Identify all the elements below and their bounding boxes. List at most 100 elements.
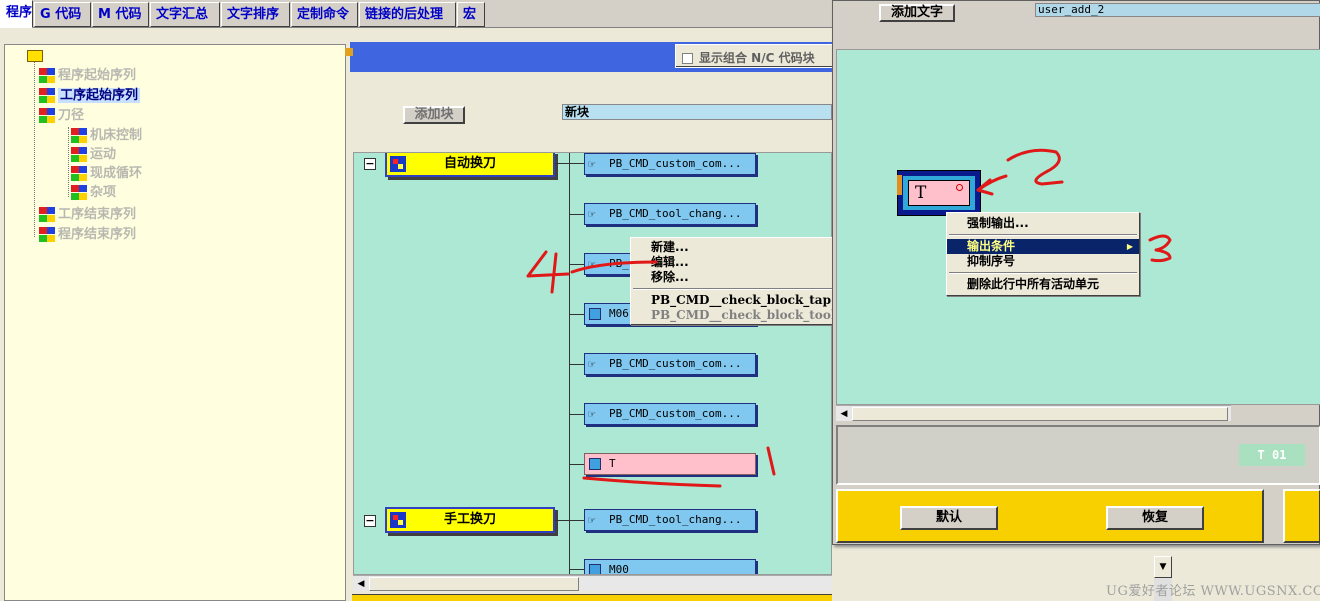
block-custom-command-2[interactable]: ☞ PB_CMD_custom_com... (584, 353, 756, 375)
restore-button[interactable]: 恢复 (1106, 506, 1204, 530)
block-label: PB_CMD_custom_com... (609, 157, 742, 170)
menu-item-force-output[interactable]: 强制输出... (947, 216, 1139, 231)
tree-item-canned-cycles[interactable]: 现成循环 (71, 165, 142, 183)
block-icon (589, 564, 601, 574)
block-icon (589, 308, 601, 320)
block-icon (589, 458, 601, 470)
connector-line (555, 163, 584, 164)
event-icon (390, 156, 406, 172)
block-tool-change-manual[interactable]: ☞ PB_CMD_tool_chang... (584, 509, 756, 531)
default-button[interactable]: 默认 (900, 506, 998, 530)
block-label: PB_CMD_tool_chang... (609, 207, 742, 220)
tree-item-motion[interactable]: 运动 (71, 146, 116, 164)
event-auto-tool-change[interactable]: 自动换刀 (385, 153, 555, 177)
tab-program[interactable]: 程序 (0, 0, 33, 28)
cube-icon (39, 227, 55, 242)
tree-item-program-start[interactable]: 程序起始序列 (39, 67, 136, 85)
scroll-left-icon[interactable]: ◀ (355, 578, 367, 590)
tab-linked-posts[interactable]: 链接的后处理 (359, 2, 456, 27)
combined-nc-checkbox[interactable]: 显示组合 N/C 代码块 (675, 44, 835, 68)
canvas-hscrollbar[interactable]: ◀ (353, 575, 832, 591)
scroll-down-icon[interactable]: ▼ (1154, 556, 1172, 578)
cube-icon (71, 185, 87, 200)
user-word-field[interactable]: user_add_2 (1035, 3, 1320, 17)
hand-icon: ☞ (588, 407, 596, 421)
tree-item-machine-control[interactable]: 机床控制 (71, 127, 142, 145)
connector-line (569, 214, 584, 215)
block-label: PB_CMD_tool_chang... (609, 513, 742, 526)
word-element-text: T (915, 183, 927, 203)
event-manual-tool-change[interactable]: 手工换刀 (385, 507, 555, 533)
collapse-toggle[interactable]: − (364, 158, 376, 170)
scroll-left-icon[interactable]: ◀ (838, 408, 850, 420)
menu-item-suppress-sequence[interactable]: 抑制序号 (947, 254, 1139, 269)
add-text-button[interactable]: 添加文字 (879, 4, 955, 22)
checkbox-icon (682, 53, 693, 64)
sequence-tree: 程序起始序列 工序起始序列 刀径 机床控制 运动 现成循环 杂项 工序结束序列 … (4, 44, 346, 601)
connector-line (569, 414, 584, 415)
watermark: UG爱好者论坛 WWW.UGSNX.COM (1106, 584, 1320, 599)
word-element-t[interactable]: T (897, 170, 981, 216)
block-custom-command-1[interactable]: ☞ PB_CMD_custom_com... (584, 153, 756, 175)
action-panel: 默认 恢复 (836, 489, 1264, 543)
tab-bar: 程序 G 代码 M 代码 文字汇总 文字排序 定制命令 链接的后处理 宏 (0, 0, 832, 28)
tree-item-label: 程序起始序列 (58, 68, 137, 83)
tree-connector (34, 62, 35, 237)
tab-m-code[interactable]: M 代码 (92, 2, 149, 27)
tree-item-operation-start[interactable]: 工序起始序列 (39, 87, 141, 105)
word-element-label: T (908, 180, 970, 206)
event-label: 自动换刀 (443, 156, 496, 171)
folder-icon (27, 50, 43, 62)
tree-item-label: 工序起始序列 (58, 88, 141, 103)
cube-icon (39, 108, 55, 123)
preview-panel: T 01 (836, 425, 1320, 485)
tree-item-label: 工序结束序列 (58, 207, 137, 222)
resize-handle[interactable] (345, 48, 353, 56)
block-label: T (609, 457, 616, 470)
connector-line (555, 520, 584, 521)
add-block-button[interactable]: 添加块 (403, 106, 465, 124)
connector-line (569, 314, 584, 315)
menu-item-delete-all-active[interactable]: 删除此行中所有活动单元 (947, 277, 1139, 292)
tab-macro[interactable]: 宏 (457, 2, 485, 27)
cube-icon (39, 207, 55, 222)
tab-word-sequence[interactable]: 文字排序 (221, 2, 290, 27)
action-panel-right (1283, 489, 1320, 543)
scroll-thumb[interactable] (369, 577, 579, 591)
tab-custom-command[interactable]: 定制命令 (291, 2, 358, 27)
cube-icon (71, 147, 87, 162)
cube-icon (71, 166, 87, 181)
tab-g-code[interactable]: G 代码 (34, 2, 91, 27)
tab-word-summary[interactable]: 文字汇总 (150, 2, 220, 27)
checkbox-label: 显示组合 N/C 代码块 (699, 51, 815, 65)
tree-item-program-end[interactable]: 程序结束序列 (39, 226, 136, 244)
bottom-panel-edge (352, 594, 832, 601)
hand-icon: ☞ (588, 513, 596, 527)
tree-item-label: 运动 (90, 147, 117, 162)
block-label: M06 (609, 307, 629, 320)
new-block-field[interactable]: 新块 (562, 104, 832, 120)
tree-item-label: 现成循环 (90, 166, 143, 181)
tree-item-operation-end[interactable]: 工序结束序列 (39, 206, 136, 224)
tree-item-label: 杂项 (90, 185, 117, 200)
tree-connector (68, 127, 69, 197)
element-marker (897, 175, 902, 195)
connector-line (569, 264, 584, 265)
status-dot-icon (956, 184, 963, 191)
menu-item-label: 输出条件 (967, 239, 1016, 253)
block-m00[interactable]: M00 (584, 559, 756, 574)
block-tool-change[interactable]: ☞ PB_CMD_tool_chang... (584, 203, 756, 225)
connector-line (569, 464, 584, 465)
scroll-thumb[interactable] (852, 407, 1228, 421)
cube-icon (39, 88, 55, 103)
block-canvas-hscrollbar[interactable]: ◀ (836, 405, 1231, 421)
block-t[interactable]: T (584, 453, 756, 475)
block-label: PB_ (609, 257, 629, 270)
menu-item-output-condition[interactable]: 输出条件 ▶ (947, 239, 1139, 254)
tree-item-miscellaneous[interactable]: 杂项 (71, 184, 116, 202)
tree-item-tool-path[interactable]: 刀径 (39, 107, 84, 125)
collapse-toggle[interactable]: − (364, 515, 376, 527)
sequence-canvas[interactable]: − 自动换刀 ☞ PB_CMD_custom_com... ☞ PB_CMD_too… (353, 152, 832, 575)
tree-item-label: 机床控制 (90, 128, 143, 143)
block-custom-command-3[interactable]: ☞ PB_CMD_custom_com... (584, 403, 756, 425)
